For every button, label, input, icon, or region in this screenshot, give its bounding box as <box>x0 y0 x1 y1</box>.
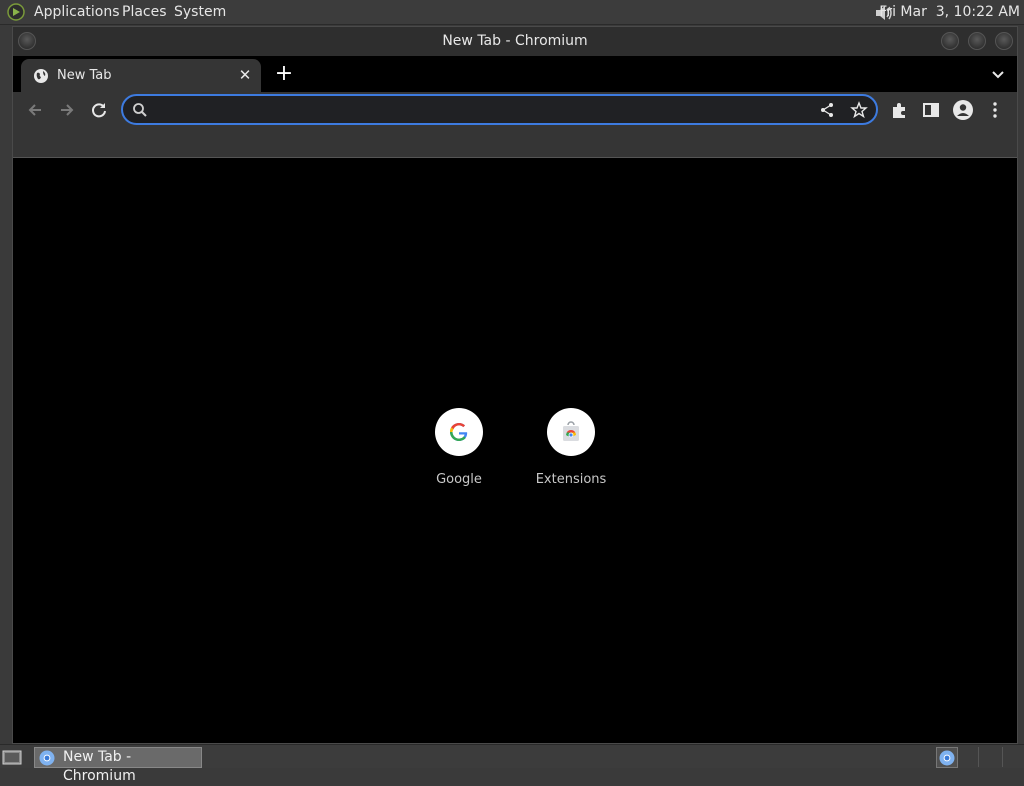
side-panel-icon[interactable] <box>920 99 942 121</box>
google-g-icon <box>450 423 468 441</box>
tab-new-tab[interactable]: New Tab ✕ <box>21 59 261 92</box>
window-menu-button[interactable] <box>18 32 36 50</box>
panel-separator <box>978 747 979 767</box>
close-tab-icon[interactable]: ✕ <box>237 67 253 83</box>
chromium-icon <box>39 750 55 766</box>
clock[interactable]: Fri Mar 3, 10:22 AM <box>879 3 1020 22</box>
chrome-web-store-icon <box>563 421 579 441</box>
taskbar-item-chromium[interactable]: New Tab - Chromium <box>34 747 202 784</box>
reload-icon[interactable] <box>88 99 110 121</box>
tab-title: New Tab <box>57 68 112 83</box>
shortcut-label: Extensions <box>535 472 607 487</box>
bottom-panel: New Tab - Chromium <box>0 744 1024 784</box>
show-desktop-icon[interactable] <box>2 748 22 766</box>
browser-toolbar <box>13 92 1017 128</box>
address-input[interactable] <box>157 99 797 120</box>
applications-logo-icon[interactable] <box>6 3 26 21</box>
shortcut-extensions[interactable]: Extensions <box>526 408 616 487</box>
new-tab-button[interactable]: + <box>273 63 295 85</box>
shortcut-google[interactable]: Google <box>414 408 504 487</box>
window-title: New Tab - Chromium <box>442 33 588 49</box>
kebab-menu-icon[interactable] <box>984 99 1006 121</box>
menu-system[interactable]: System <box>174 3 226 22</box>
maximize-button[interactable] <box>968 32 986 50</box>
new-tab-page: Google Extensions <box>13 159 1017 743</box>
close-window-button[interactable] <box>995 32 1013 50</box>
taskbar-item-label: New Tab - Chromium <box>63 749 136 784</box>
menu-applications[interactable]: Applications <box>34 3 120 22</box>
tab-strip: New Tab ✕ + <box>13 56 1017 92</box>
search-icon <box>133 103 147 117</box>
share-icon[interactable] <box>818 101 836 119</box>
back-arrow-icon[interactable] <box>24 99 46 121</box>
bookmarks-bar <box>13 128 1017 158</box>
browser-window: New Tab - Chromium New Tab ✕ + Google Ex… <box>12 26 1018 744</box>
minimize-button[interactable] <box>941 32 959 50</box>
top-panel: Applications Places System Fri Mar 3, 10… <box>0 0 1024 25</box>
chromium-icon <box>939 750 955 766</box>
tab-search-chevron-down-icon[interactable] <box>989 65 1007 83</box>
address-bar[interactable] <box>121 94 878 125</box>
forward-arrow-icon[interactable] <box>56 99 78 121</box>
panel-separator <box>1002 747 1003 767</box>
extensions-shortcut-circle <box>547 408 595 456</box>
bookmark-star-icon[interactable] <box>850 101 868 119</box>
globe-icon <box>34 69 48 83</box>
extensions-puzzle-icon[interactable] <box>888 99 910 121</box>
profile-avatar-icon[interactable] <box>952 99 974 121</box>
window-titlebar[interactable]: New Tab - Chromium <box>13 27 1017 56</box>
google-shortcut-circle <box>435 408 483 456</box>
workspace-switcher[interactable] <box>936 747 958 768</box>
menu-places[interactable]: Places <box>122 3 167 22</box>
shortcut-label: Google <box>436 472 482 487</box>
